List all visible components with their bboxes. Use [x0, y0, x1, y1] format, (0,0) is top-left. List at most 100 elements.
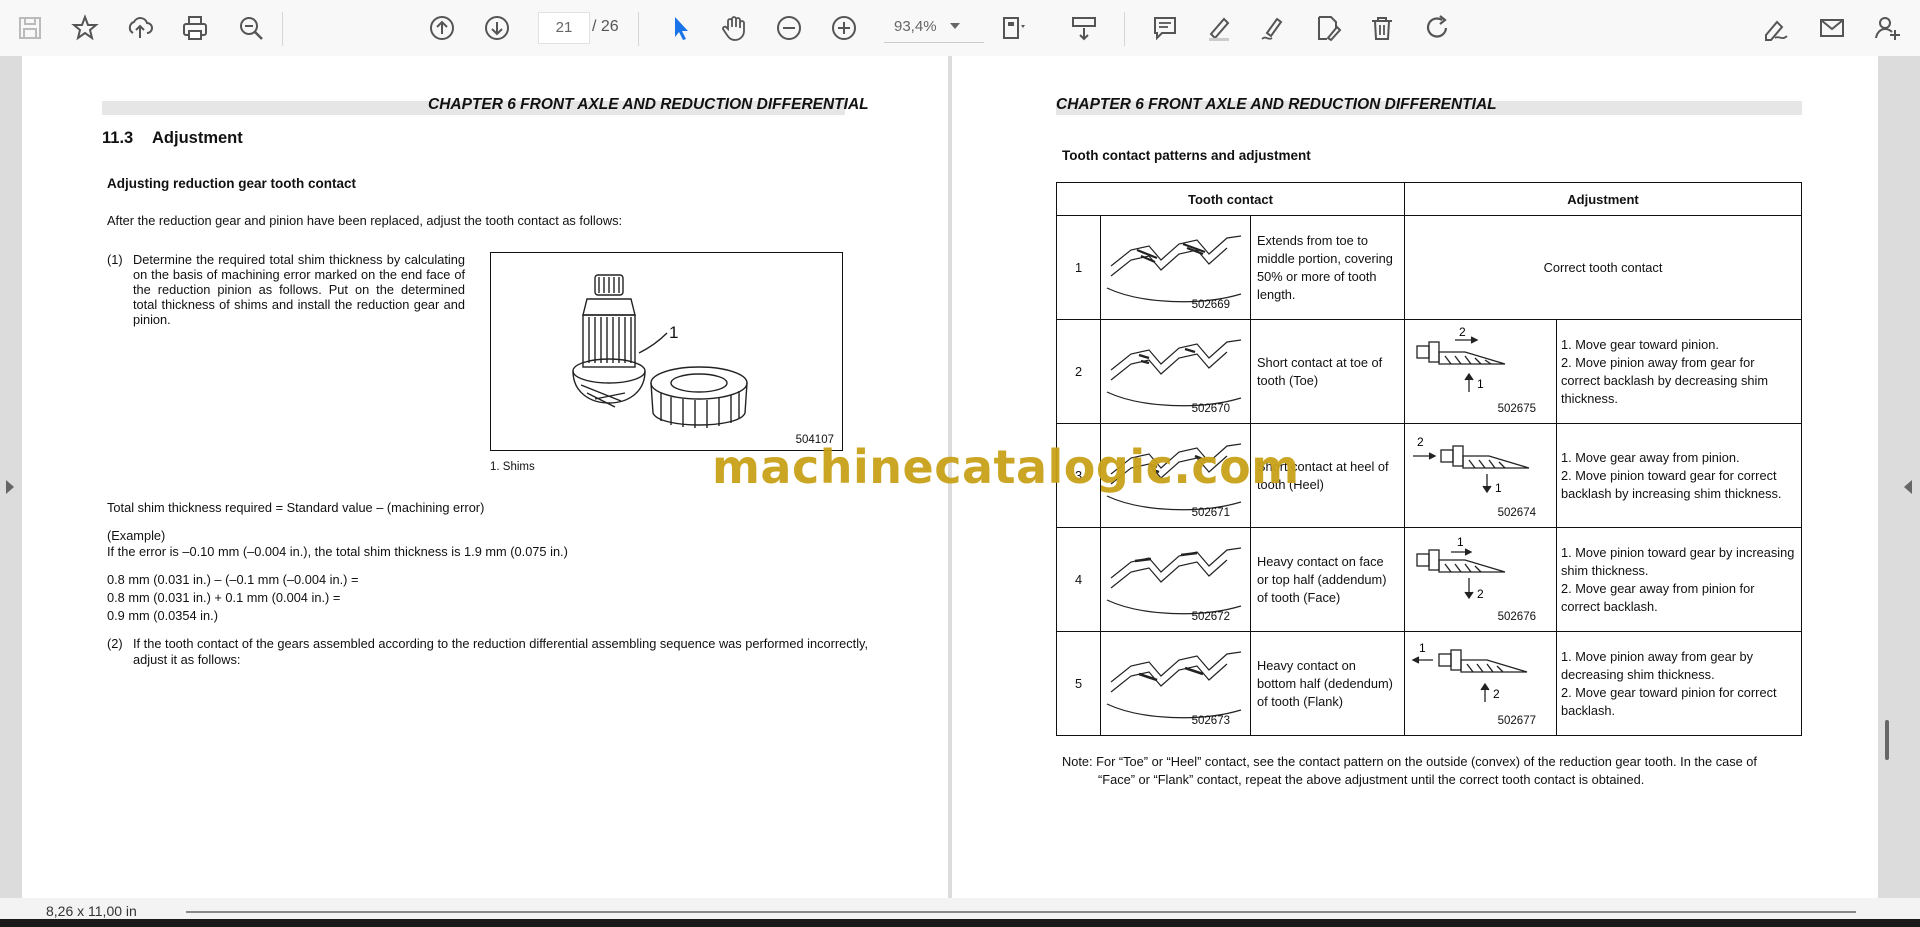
- contact-description: Heavy contact on face or top half (adden…: [1250, 527, 1405, 632]
- table-row: 4 502672 Heavy contact on face or top ha…: [1056, 527, 1802, 632]
- zoom-level-select[interactable]: 93,4%: [884, 12, 984, 43]
- delete-icon[interactable]: [1364, 10, 1400, 46]
- gear-pattern-image: 502670: [1100, 319, 1251, 424]
- hand-pan-icon[interactable]: [716, 10, 752, 46]
- toolbar-separator: [638, 12, 639, 46]
- page-fit-icon[interactable]: [996, 10, 1032, 46]
- pinion-shim-drawing: [572, 274, 748, 428]
- image-code: 502676: [1497, 611, 1536, 623]
- draw-icon[interactable]: [1255, 10, 1291, 46]
- horizontal-scrollbar[interactable]: [186, 911, 1856, 913]
- section-title: Adjustment: [152, 129, 243, 147]
- upload-icon[interactable]: [122, 10, 158, 46]
- step-text: Determine the required total shim thickn…: [133, 252, 465, 327]
- image-code: 502669: [1191, 299, 1230, 311]
- highlight-pen-icon[interactable]: [1201, 10, 1237, 46]
- comment-icon[interactable]: [1147, 10, 1183, 46]
- add-user-icon[interactable]: [1870, 10, 1906, 46]
- step-text: If the tooth contact of the gears assemb…: [133, 636, 869, 667]
- adjustment-text: 1. Move pinion toward gear by increasing…: [1556, 527, 1802, 632]
- adjustment-text: 1. Move gear away from pinion. 2. Move p…: [1556, 423, 1802, 528]
- next-page-icon[interactable]: [479, 10, 515, 46]
- row-number: 1: [1056, 215, 1101, 320]
- contact-description: Extends from toe to middle portion, cove…: [1250, 215, 1405, 320]
- formula-text: Total shim thickness required = Standard…: [107, 500, 485, 515]
- svg-text:2: 2: [1493, 687, 1500, 701]
- shims-figure: 1 504107: [490, 252, 843, 451]
- zoom-search-icon[interactable]: [233, 10, 269, 46]
- zoom-in-icon[interactable]: [826, 10, 862, 46]
- adjustment-diagram: 1 2 502676: [1404, 527, 1557, 632]
- adjustment-diagram: 2 1 502675: [1404, 319, 1557, 424]
- gear-pattern-image: 502669: [1100, 215, 1251, 320]
- svg-text:2: 2: [1459, 325, 1466, 339]
- figure-callout: 1: [669, 323, 679, 342]
- image-code: 502675: [1497, 403, 1536, 415]
- image-code: 502677: [1497, 715, 1536, 727]
- scroll-mode-icon[interactable]: [1066, 10, 1102, 46]
- step-number: (1): [107, 252, 123, 267]
- adjustment-text: 1. Move pinion away from gear by decreas…: [1556, 631, 1802, 736]
- section-number: 11.3: [102, 129, 134, 147]
- save-icon[interactable]: [12, 10, 48, 46]
- adjustment-diagram: 1 2 502677: [1404, 631, 1557, 736]
- svg-text:1: 1: [1419, 641, 1426, 655]
- figure-caption: 1. Shims: [490, 461, 535, 473]
- table-row: 5 502673 Heavy contact on bottom half (d…: [1056, 631, 1802, 736]
- bookmark-star-icon[interactable]: [67, 10, 103, 46]
- image-code: 502674: [1497, 507, 1536, 519]
- example-line: If the error is –0.10 mm (–0.004 in.), t…: [107, 544, 568, 559]
- step-number: (2): [107, 636, 123, 651]
- page-number-input[interactable]: 21: [538, 12, 590, 44]
- image-code: 502671: [1191, 507, 1230, 519]
- gear-pattern-image: 502673: [1100, 631, 1251, 736]
- toolbar-separator: [282, 12, 283, 46]
- example-label: (Example): [107, 528, 166, 543]
- contact-description: Short contact at toe of tooth (Toe): [1250, 319, 1405, 424]
- right-panel-toggle-icon[interactable]: [1904, 480, 1912, 494]
- table-heading: Tooth contact patterns and adjustment: [1062, 148, 1311, 163]
- watermark: machinecatalogic.com: [712, 440, 1300, 494]
- svg-text:2: 2: [1477, 587, 1484, 601]
- chapter-title: CHAPTER 6 FRONT AXLE AND REDUCTION DIFFE…: [1056, 96, 1497, 113]
- email-icon[interactable]: [1814, 10, 1850, 46]
- row-number: 5: [1056, 631, 1101, 736]
- chevron-down-icon[interactable]: [950, 23, 960, 29]
- prev-page-icon[interactable]: [424, 10, 460, 46]
- svg-text:1: 1: [1457, 535, 1464, 549]
- row-number: 4: [1056, 527, 1101, 632]
- gear-pattern-image: 502672: [1100, 527, 1251, 632]
- calc-line-3: 0.9 mm (0.0354 in.): [107, 608, 218, 623]
- intro-text: After the reduction gear and pinion have…: [107, 213, 623, 228]
- image-code: 502670: [1191, 403, 1230, 415]
- redo-icon[interactable]: [1420, 10, 1456, 46]
- page-size-label: 8,26 x 11,00 in: [46, 903, 137, 919]
- column-header: Adjustment: [1404, 182, 1802, 216]
- svg-text:1: 1: [1495, 481, 1502, 495]
- zoom-out-icon[interactable]: [771, 10, 807, 46]
- svg-text:2: 2: [1417, 435, 1424, 449]
- adjustment-text: Correct tooth contact: [1404, 215, 1802, 320]
- image-code: 502672: [1191, 611, 1230, 623]
- column-header: Tooth contact: [1056, 182, 1405, 216]
- table-row: 2 502670 Short contact at toe of tooth (…: [1056, 319, 1802, 424]
- adjustment-diagram: 2 1 502674: [1404, 423, 1557, 528]
- print-icon[interactable]: [177, 10, 213, 46]
- edit-text-icon[interactable]: [1310, 10, 1346, 46]
- toolbar-separator: [1124, 12, 1125, 46]
- subheading: Adjusting reduction gear tooth contact: [107, 176, 356, 191]
- calc-line-1: 0.8 mm (0.031 in.) – (–0.1 mm (–0.004 in…: [107, 572, 359, 587]
- left-panel-toggle-icon[interactable]: [6, 480, 14, 494]
- svg-text:1: 1: [1477, 377, 1484, 391]
- row-number: 2: [1056, 319, 1101, 424]
- chapter-title: CHAPTER 6 FRONT AXLE AND REDUCTION DIFFE…: [428, 96, 869, 113]
- sign-icon[interactable]: [1758, 10, 1794, 46]
- note-line-2: “Face” or “Flank” contact, repeat the ab…: [1098, 772, 1645, 787]
- calc-line-2: 0.8 mm (0.031 in.) + 0.1 mm (0.004 in.) …: [107, 590, 341, 605]
- note-line-1: Note: For “Toe” or “Heel” contact, see t…: [1062, 754, 1757, 769]
- select-cursor-icon[interactable]: [662, 10, 698, 46]
- taskbar-edge: [0, 919, 1920, 927]
- table-row: 1 502669 Extends from toe to middle port…: [1056, 215, 1802, 320]
- page-total: / 26: [592, 18, 619, 35]
- vertical-scrollbar-thumb[interactable]: [1885, 720, 1889, 760]
